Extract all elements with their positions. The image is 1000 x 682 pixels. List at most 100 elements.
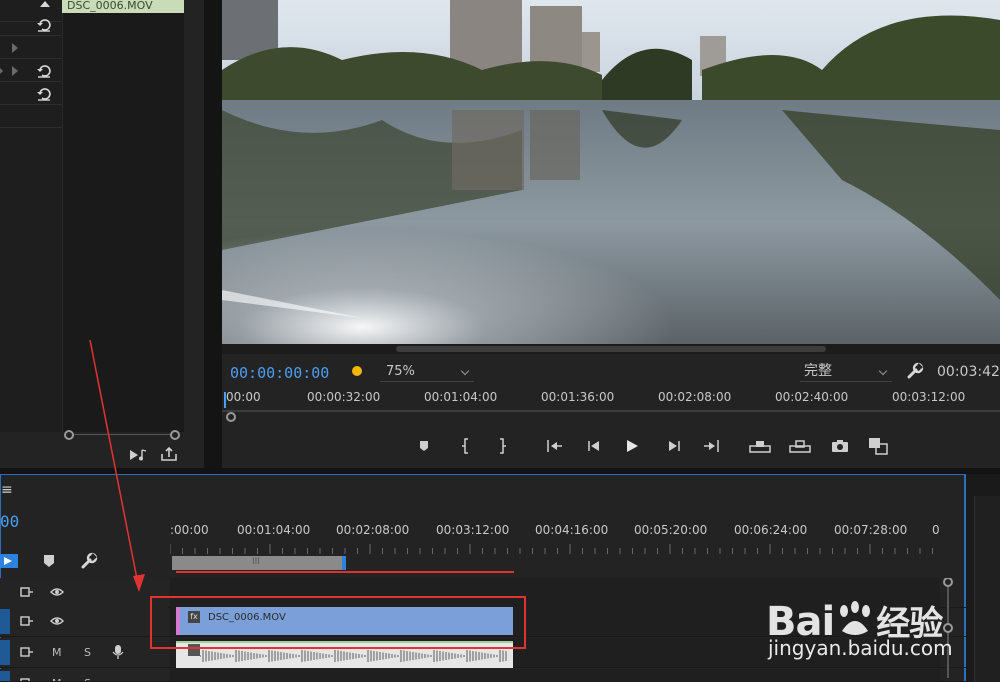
export-frame-button[interactable] xyxy=(828,434,852,458)
property-row xyxy=(0,14,62,36)
add-marker-icon[interactable] xyxy=(42,554,56,568)
ruler-tick-label: 00:02:40:00 xyxy=(775,390,849,404)
monitor-playhead[interactable] xyxy=(224,392,226,408)
go-to-in-icon xyxy=(547,440,562,452)
track-target-tag[interactable] xyxy=(0,609,10,634)
comparison-view-button[interactable] xyxy=(866,434,890,458)
chevron-down-icon xyxy=(460,366,470,376)
solo-button[interactable]: S xyxy=(84,646,91,659)
annotation-highlight-box xyxy=(150,596,526,649)
ruler-tick-label: 00:03:12:00 xyxy=(892,390,966,404)
solo-button[interactable]: S xyxy=(84,677,91,681)
timeline-menu-icon[interactable]: ≡ xyxy=(1,482,13,498)
property-row xyxy=(0,83,62,105)
wrench-icon[interactable] xyxy=(906,362,924,380)
clip-name-label: DSC_0006.MOV xyxy=(62,0,184,13)
go-to-out-icon xyxy=(704,440,719,452)
step-forward-button[interactable] xyxy=(662,434,686,458)
marker-icon xyxy=(420,441,428,451)
ruler-tick-label: 00:01:36:00 xyxy=(541,390,615,404)
go-to-out-button[interactable] xyxy=(700,434,724,458)
track-target-tag[interactable] xyxy=(0,671,10,681)
timeline-ruler-tick: 00:01:04:00 xyxy=(237,523,311,537)
monitor-scrollbar-thumb[interactable] xyxy=(396,346,826,352)
keyframe-prev-icon[interactable] xyxy=(0,66,3,76)
ruler-tick-label: 00:00 xyxy=(226,390,261,404)
compare-icon xyxy=(869,438,888,455)
ruler-tick-label: 00:00:32:00 xyxy=(307,390,381,404)
track-header: M S xyxy=(0,638,168,667)
timeline-ruler-tick: 00:04:16:00 xyxy=(535,523,609,537)
step-back-icon xyxy=(588,441,599,451)
property-row xyxy=(0,106,62,128)
snap-icon[interactable] xyxy=(0,552,20,570)
duration-timecode: 00:03:42 xyxy=(937,364,1000,380)
keyframe-next-icon[interactable] xyxy=(12,66,18,76)
mute-button[interactable]: M xyxy=(52,646,62,659)
go-to-in-button[interactable] xyxy=(542,434,566,458)
property-row xyxy=(0,37,62,59)
step-forward-icon xyxy=(669,441,680,451)
track-header: M S xyxy=(0,669,168,681)
lift-icon xyxy=(749,441,771,453)
monitor-zoom-handle[interactable] xyxy=(226,412,236,422)
play-button[interactable] xyxy=(620,434,644,458)
mark-in-button[interactable] xyxy=(454,434,478,458)
timeline-ruler-tick: 00:07:28:00 xyxy=(834,523,908,537)
timeline-ruler-tick: 00:03:12:00 xyxy=(436,523,510,537)
mute-button[interactable]: M xyxy=(52,677,62,681)
extract-button[interactable] xyxy=(788,434,812,458)
track-target-tag[interactable] xyxy=(0,640,10,665)
reset-icon[interactable] xyxy=(36,63,52,79)
keyframe-next-icon[interactable] xyxy=(12,43,18,53)
mark-out-icon xyxy=(500,438,506,454)
watermark-url: jingyan.baidu.com xyxy=(768,636,953,660)
reset-icon[interactable] xyxy=(36,17,52,33)
zoom-handle-right[interactable] xyxy=(170,430,180,440)
sync-lock-icon[interactable] xyxy=(20,615,34,627)
track-header xyxy=(0,607,168,636)
timeline-timecode[interactable]: 00 xyxy=(0,512,19,531)
paw-icon xyxy=(840,601,871,635)
property-row xyxy=(0,60,62,82)
playback-resolution-select[interactable]: 完整 xyxy=(800,362,892,382)
video-frame xyxy=(222,0,1000,344)
zoom-level-value: 75% xyxy=(386,364,415,379)
timeline-ruler-tick: :00:00 xyxy=(170,523,209,537)
annotation-underline xyxy=(176,571,514,573)
export-icon[interactable] xyxy=(160,446,178,462)
eye-icon[interactable] xyxy=(50,615,64,627)
marker-dot-icon xyxy=(352,366,362,376)
sync-lock-icon[interactable] xyxy=(20,677,34,682)
lift-button[interactable] xyxy=(748,434,772,458)
sync-lock-icon[interactable] xyxy=(20,646,34,658)
timeline-time-ruler[interactable] xyxy=(170,544,940,554)
effect-controls-property-column xyxy=(0,0,62,432)
audio-waveform xyxy=(200,650,507,662)
video-frame-image xyxy=(222,0,1000,344)
eye-icon[interactable] xyxy=(50,586,64,598)
reset-icon[interactable] xyxy=(36,86,52,102)
transport-controls xyxy=(410,434,900,458)
track-row: M S xyxy=(0,669,966,682)
zoom-level-select[interactable]: 75% xyxy=(380,362,474,382)
timeline-ruler-tick: 00:02:08:00 xyxy=(336,523,410,537)
annotation-arrow xyxy=(89,339,145,592)
playhead-timecode[interactable]: 00:00:00:00 xyxy=(230,364,329,382)
scroll-up-arrow-icon[interactable] xyxy=(40,1,50,7)
monitor-time-ruler[interactable] xyxy=(222,406,1000,412)
chevron-down-icon xyxy=(878,366,888,376)
panel-divider[interactable] xyxy=(204,0,222,468)
play-icon xyxy=(627,440,638,452)
timeline-ruler-tick: 0 xyxy=(932,523,940,537)
microphone-icon[interactable] xyxy=(112,644,124,660)
step-back-button[interactable] xyxy=(582,434,606,458)
ruler-tick-label: 00:02:08:00 xyxy=(658,390,732,404)
zoom-handle-left[interactable] xyxy=(64,430,74,440)
add-marker-button[interactable] xyxy=(412,434,436,458)
camera-icon xyxy=(832,440,848,452)
mark-out-button[interactable] xyxy=(490,434,514,458)
sync-lock-icon[interactable] xyxy=(20,586,34,598)
track-lane[interactable] xyxy=(170,669,940,681)
ruler-tick-label: 00:01:04:00 xyxy=(424,390,498,404)
